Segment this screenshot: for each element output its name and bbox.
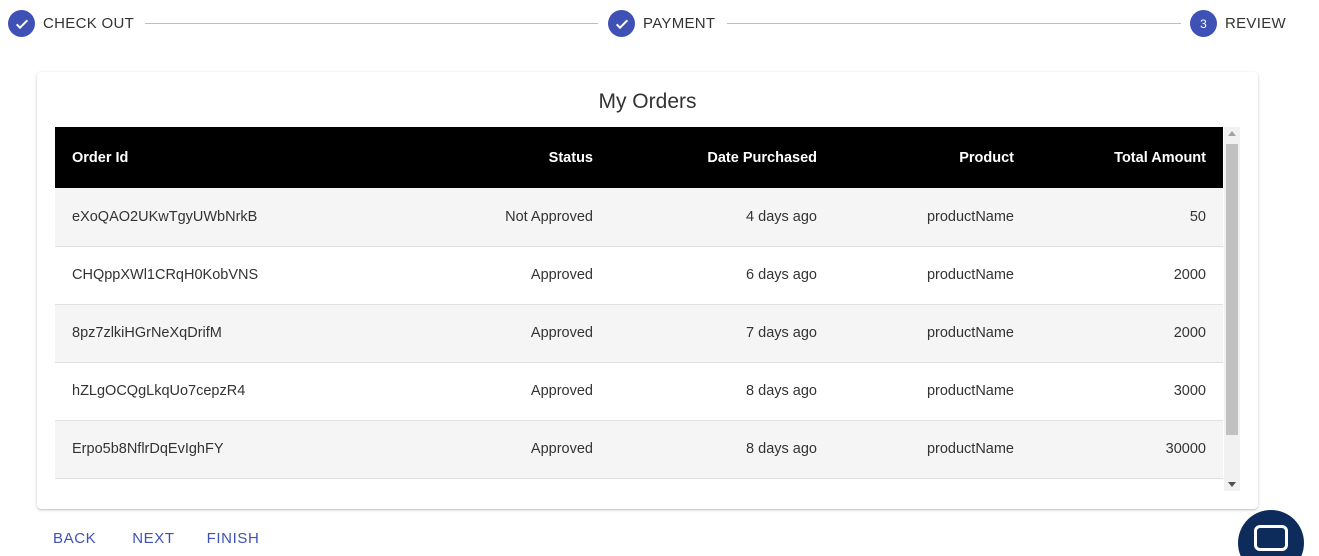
step-label: PAYMENT	[643, 15, 716, 32]
order-id-cell: eXoQAO2UKwTgyUWbNrkB	[72, 208, 258, 225]
check-icon	[608, 10, 635, 37]
total-cell: 3000	[1173, 383, 1206, 399]
total-cell: 50	[1189, 208, 1206, 225]
product-cell: productName	[926, 267, 1014, 283]
step-connector	[145, 23, 598, 24]
check-icon	[8, 10, 35, 37]
next-button[interactable]: NEXT	[116, 522, 190, 554]
table-row[interactable]: Erpo5b8NflrDqEvIghFY Approved 8 days ago…	[55, 420, 1223, 478]
table-row[interactable]: 8pz7zlkiHGrNeXqDrifM Approved 7 days ago…	[55, 304, 1223, 362]
date-cell: 4 days ago	[746, 208, 817, 225]
status-cell: Approved	[530, 267, 593, 283]
table-scrollbar[interactable]	[1224, 127, 1240, 491]
back-button[interactable]: BACK	[37, 522, 112, 554]
product-cell: productName	[926, 208, 1014, 225]
stepper-actions: BACK NEXT FINISH	[37, 522, 275, 554]
scroll-thumb[interactable]	[1226, 144, 1238, 435]
date-cell: 7 days ago	[746, 325, 817, 341]
column-header-product[interactable]: Product	[834, 127, 1031, 188]
product-cell: productName	[926, 325, 1014, 341]
orders-table: Order Id Status Date Purchased Product T…	[55, 127, 1223, 479]
order-id-cell: Erpo5b8NflrDqEvIghFY	[72, 441, 224, 457]
step-number: 3	[1190, 10, 1217, 37]
orders-table-container: Order Id Status Date Purchased Product T…	[55, 127, 1223, 491]
step-connector	[727, 23, 1181, 24]
product-cell: productName	[926, 441, 1014, 457]
order-id-cell: CHQppXWl1CRqH0KobVNS	[72, 267, 259, 283]
table-row[interactable]: hZLgOCQgLkqUo7cepzR4 Approved 8 days ago…	[55, 362, 1223, 420]
page-title: My Orders	[598, 90, 697, 113]
step-label: REVIEW	[1225, 15, 1286, 32]
product-cell: productName	[926, 383, 1014, 399]
total-cell: 30000	[1165, 441, 1206, 457]
status-cell: Not Approved	[505, 208, 593, 225]
date-cell: 6 days ago	[746, 267, 817, 283]
chat-icon	[1254, 525, 1288, 551]
chat-button[interactable]	[1238, 510, 1304, 556]
table-header-row: Order Id Status Date Purchased Product T…	[55, 127, 1223, 188]
step-check-out: CHECK OUT	[8, 10, 134, 37]
step-payment: PAYMENT	[608, 10, 715, 37]
stepper: CHECK OUT PAYMENT 3 REVIEW	[0, 0, 1319, 48]
column-header-date-purchased[interactable]: Date Purchased	[610, 127, 834, 188]
column-header-status[interactable]: Status	[445, 127, 610, 188]
table-row[interactable]: CHQppXWl1CRqH0KobVNS Approved 6 days ago…	[55, 246, 1223, 304]
scroll-down-arrow-icon[interactable]	[1228, 482, 1236, 487]
column-header-total-amount[interactable]: Total Amount	[1031, 127, 1223, 188]
status-cell: Approved	[530, 383, 593, 399]
order-id-cell: 8pz7zlkiHGrNeXqDrifM	[72, 325, 222, 341]
finish-button[interactable]: FINISH	[191, 522, 276, 554]
table-row[interactable]: eXoQAO2UKwTgyUWbNrkB Not Approved 4 days…	[55, 188, 1223, 246]
status-cell: Approved	[530, 441, 593, 457]
step-label: CHECK OUT	[43, 15, 135, 32]
total-cell: 2000	[1173, 267, 1206, 283]
scroll-up-arrow-icon[interactable]	[1228, 131, 1236, 136]
column-header-order-id[interactable]: Order Id	[55, 127, 445, 188]
date-cell: 8 days ago	[746, 441, 817, 457]
total-cell: 2000	[1173, 325, 1206, 341]
status-cell: Approved	[530, 325, 593, 341]
order-id-cell: hZLgOCQgLkqUo7cepzR4	[72, 383, 246, 399]
orders-card: My Orders Order Id Status Date Purchased…	[37, 72, 1258, 509]
date-cell: 8 days ago	[746, 383, 817, 399]
step-review: 3 REVIEW	[1190, 10, 1286, 37]
